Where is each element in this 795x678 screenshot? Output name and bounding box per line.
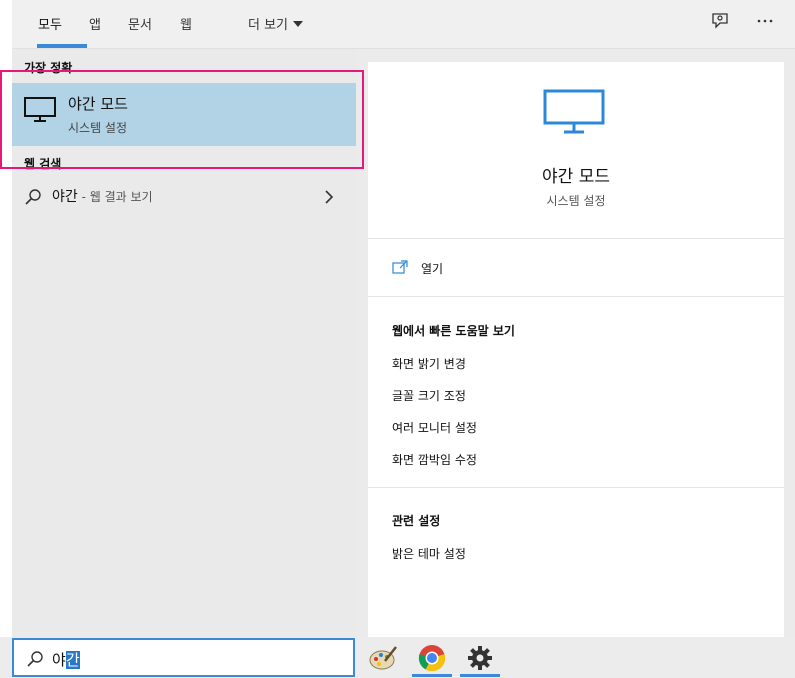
help-link-brightness[interactable]: 화면 밝기 변경: [392, 355, 466, 372]
feedback-icon[interactable]: [708, 11, 732, 35]
preview-subtitle: 시스템 설정: [546, 194, 606, 208]
divider: [368, 487, 784, 488]
tab-more[interactable]: 더 보기: [248, 14, 304, 33]
divider: [368, 296, 784, 297]
preview-title: 야간 모드: [542, 167, 610, 187]
search-icon: [25, 189, 41, 205]
monitor-icon-large: [543, 89, 605, 134]
related-settings-header: 관련 설정: [392, 514, 441, 528]
settings-gear-icon[interactable]: [463, 641, 497, 675]
open-icon: [392, 260, 408, 274]
open-label: 열기: [421, 262, 444, 276]
help-link-multi-monitor[interactable]: 여러 모니터 설정: [392, 419, 477, 436]
divider: [368, 238, 784, 239]
search-input[interactable]: 야간: [12, 638, 355, 677]
search-icon: [27, 651, 43, 667]
more-options-icon[interactable]: [753, 11, 777, 35]
related-link-light-theme[interactable]: 밝은 테마 설정: [392, 545, 466, 562]
web-result-hint: - 웹 결과 보기: [77, 190, 153, 204]
tab-web[interactable]: 웹: [180, 14, 192, 33]
search-filter-bar: 모두 앱 문서 웹 더 보기: [12, 0, 795, 49]
search-text-selected: 간: [65, 651, 80, 669]
chevron-right-icon: [325, 190, 334, 204]
search-text: 야: [52, 651, 66, 669]
chrome-icon[interactable]: [415, 641, 449, 675]
web-search-result[interactable]: 야간 - 웹 결과 보기: [12, 182, 356, 212]
tab-documents[interactable]: 문서: [128, 14, 152, 33]
web-query: 야간: [52, 189, 78, 205]
tab-more-label: 더 보기: [248, 18, 289, 33]
active-tab-indicator: [37, 44, 87, 48]
help-link-flicker[interactable]: 화면 깜박임 수정: [392, 451, 477, 468]
paint-icon[interactable]: [366, 641, 400, 675]
highlight-annotation: [0, 70, 364, 169]
tab-apps[interactable]: 앱: [89, 14, 101, 33]
quick-help-header: 웹에서 빠른 도움말 보기: [392, 324, 515, 338]
help-link-font-size[interactable]: 글꼴 크기 조정: [392, 387, 466, 404]
tab-all[interactable]: 모두: [38, 14, 62, 33]
chevron-down-icon: [293, 21, 304, 27]
taskbar: 야간: [0, 637, 795, 678]
preview-pane: 야간 모드 시스템 설정 열기 웹에서 빠른 도움말 보기 화면 밝기 변경 글…: [368, 62, 784, 637]
